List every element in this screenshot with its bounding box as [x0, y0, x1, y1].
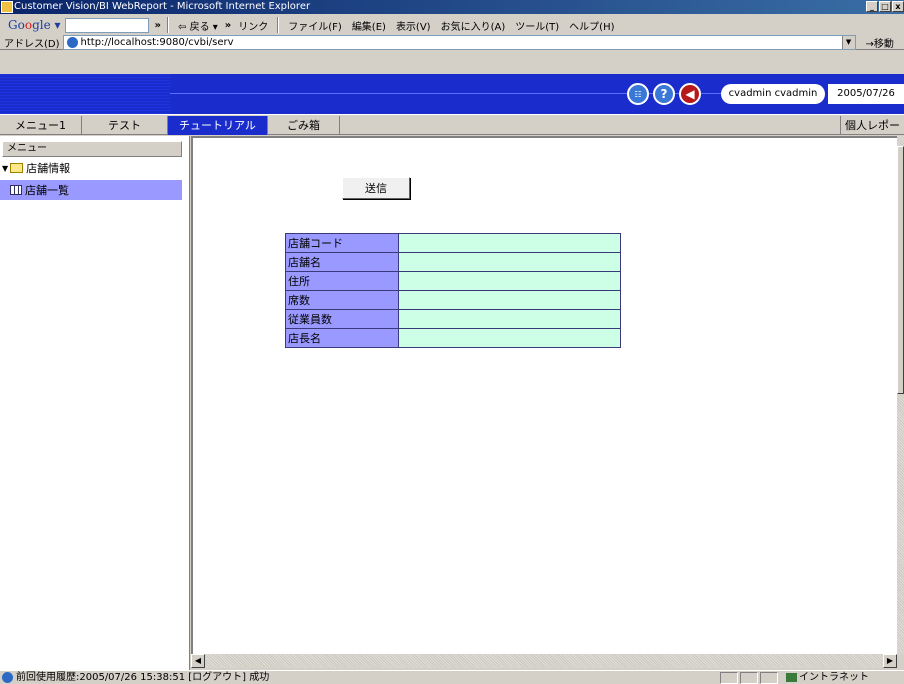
form-row: 従業員数 [285, 309, 621, 329]
field-label-manager: 店長名 [285, 328, 399, 348]
tab-test[interactable]: テスト [82, 116, 168, 135]
menu-tools[interactable]: ツール(T) [510, 18, 564, 33]
submit-button[interactable]: 送信 [342, 177, 410, 199]
links-button[interactable]: リンク [233, 18, 273, 33]
employees-input[interactable] [399, 310, 620, 328]
field-cell [398, 271, 621, 291]
vertical-scroll-thumb[interactable] [897, 146, 904, 394]
form-row: 店舗名 [285, 252, 621, 272]
address-field-input[interactable] [399, 272, 620, 290]
google-logo[interactable]: Google ▾ [0, 18, 65, 32]
status-pane [740, 672, 758, 684]
main-content: 送信 店舗コード 店舗名 住所 席数 従業員数 店長名 [191, 136, 897, 654]
field-label-store-name: 店舗名 [285, 252, 399, 272]
sidebar-item-store-list[interactable]: 店舗一覧 [0, 180, 182, 200]
google-toolbar-row: Google ▾ » ⇦ 戻る ▾ » リンク ファイル(F) 編集(E) 表示… [0, 16, 620, 34]
header-band [0, 74, 170, 114]
store-name-input[interactable] [399, 253, 620, 271]
security-zone: イントラネット [786, 671, 869, 684]
field-cell [398, 290, 621, 310]
sidebar: メニュー ▼ 店舗情報 店舗一覧 [0, 136, 190, 670]
horizontal-scrollbar[interactable]: ◀ ▶ [191, 654, 897, 668]
scroll-right-icon[interactable]: ▶ [883, 654, 897, 668]
toolbar-separator [277, 17, 280, 33]
page-status-icon [2, 672, 13, 683]
form-row: 店舗コード [285, 233, 621, 253]
help-icon[interactable]: ? [653, 83, 675, 105]
expand-triangle-icon[interactable]: ▼ [2, 164, 8, 173]
field-label-employees: 従業員数 [285, 309, 399, 329]
store-code-input[interactable] [399, 234, 620, 252]
scroll-left-icon[interactable]: ◀ [191, 654, 205, 668]
seats-input[interactable] [399, 291, 620, 309]
field-cell [398, 328, 621, 348]
address-label: アドレス(D) [4, 38, 60, 50]
tab-bar: メニュー1 テスト チュートリアル ごみ箱 個人レポート [0, 114, 904, 151]
status-bar: 前回使用履歴:2005/07/26 15:38:51 [ログアウト] 成功 イン… [0, 670, 904, 684]
sidebar-item-label: 店舗一覧 [25, 184, 69, 197]
intranet-zone-icon [786, 672, 797, 682]
toolbar-separator [167, 17, 170, 33]
sidebar-folder-label: 店舗情報 [26, 162, 71, 175]
sidebar-folder-store-info[interactable]: ▼ 店舗情報 [2, 160, 70, 176]
field-label-seats: 席数 [285, 290, 399, 310]
google-search-input[interactable] [64, 17, 149, 33]
folder-icon [10, 163, 24, 173]
field-cell [398, 309, 621, 329]
field-cell [398, 252, 621, 272]
store-form-table: 店舗コード 店舗名 住所 席数 従業員数 店長名 [285, 233, 621, 348]
user-name: cvadmin cvadmin [721, 84, 825, 104]
form-row: 住所 [285, 271, 621, 291]
field-cell [398, 233, 621, 253]
minimize-button[interactable]: _ [866, 1, 878, 12]
window-title-bar: Customer Vision/BI WebReport - Microsoft… [0, 0, 904, 14]
header-date: 2005/07/26 [828, 84, 904, 104]
table-icon [10, 185, 22, 195]
tab-menu1[interactable]: メニュー1 [0, 116, 82, 135]
ie-app-icon [1, 1, 13, 13]
field-label-store-code: 店舗コード [285, 233, 399, 253]
vertical-scrollbar[interactable] [897, 136, 904, 654]
browser-toolbar: Google ▾ » ⇦ 戻る ▾ » リンク ファイル(F) 編集(E) 表示… [0, 14, 904, 50]
address-url: http://localhost:9080/cvbi/serv [80, 36, 234, 48]
sidebar-header: メニュー [2, 141, 182, 157]
close-button[interactable]: x [892, 1, 904, 12]
field-label-address: 住所 [285, 271, 399, 291]
menu-favorites[interactable]: お気に入り(A) [436, 18, 511, 33]
form-row: 席数 [285, 290, 621, 310]
tab-tutorial[interactable]: チュートリアル [168, 116, 268, 135]
status-pane [720, 672, 738, 684]
window-title: Customer Vision/BI WebReport - Microsoft… [14, 1, 311, 12]
window-controls: _ □ x [866, 1, 904, 12]
go-button[interactable]: →移動 [856, 35, 894, 50]
menu-edit[interactable]: 編集(E) [347, 18, 391, 33]
address-bar-row: アドレス(D) http://localhost:9080/cvbi/serv … [0, 34, 904, 50]
status-text: 前回使用履歴:2005/07/26 15:38:51 [ログアウト] 成功 [16, 672, 270, 683]
address-dropdown-button[interactable]: ▼ [841, 35, 855, 49]
tab-trash[interactable]: ごみ箱 [268, 116, 340, 135]
sitemap-icon[interactable]: ☷ [627, 83, 649, 105]
toolbar-chevron[interactable]: » [153, 20, 163, 31]
menu-file[interactable]: ファイル(F) [283, 18, 347, 33]
manager-input[interactable] [399, 329, 620, 347]
menu-help[interactable]: ヘルプ(H) [564, 18, 619, 33]
status-pane [760, 672, 778, 684]
menu-view[interactable]: 表示(V) [391, 18, 436, 33]
address-input[interactable]: http://localhost:9080/cvbi/serv ▼ [62, 34, 856, 50]
tab-personal-report[interactable]: 個人レポート [840, 116, 904, 151]
form-row: 店長名 [285, 328, 621, 348]
maximize-button[interactable]: □ [879, 1, 891, 12]
app-header: ☷ ? ◀ cvadmin cvadmin 2005/07/26 [0, 74, 904, 114]
toolbar-chevron-2[interactable]: » [223, 20, 233, 31]
logout-icon[interactable]: ◀ [679, 83, 701, 105]
ie-page-icon [66, 36, 78, 48]
back-button[interactable]: ⇦ 戻る ▾ [173, 18, 223, 33]
zone-label: イントラネット [799, 672, 869, 683]
